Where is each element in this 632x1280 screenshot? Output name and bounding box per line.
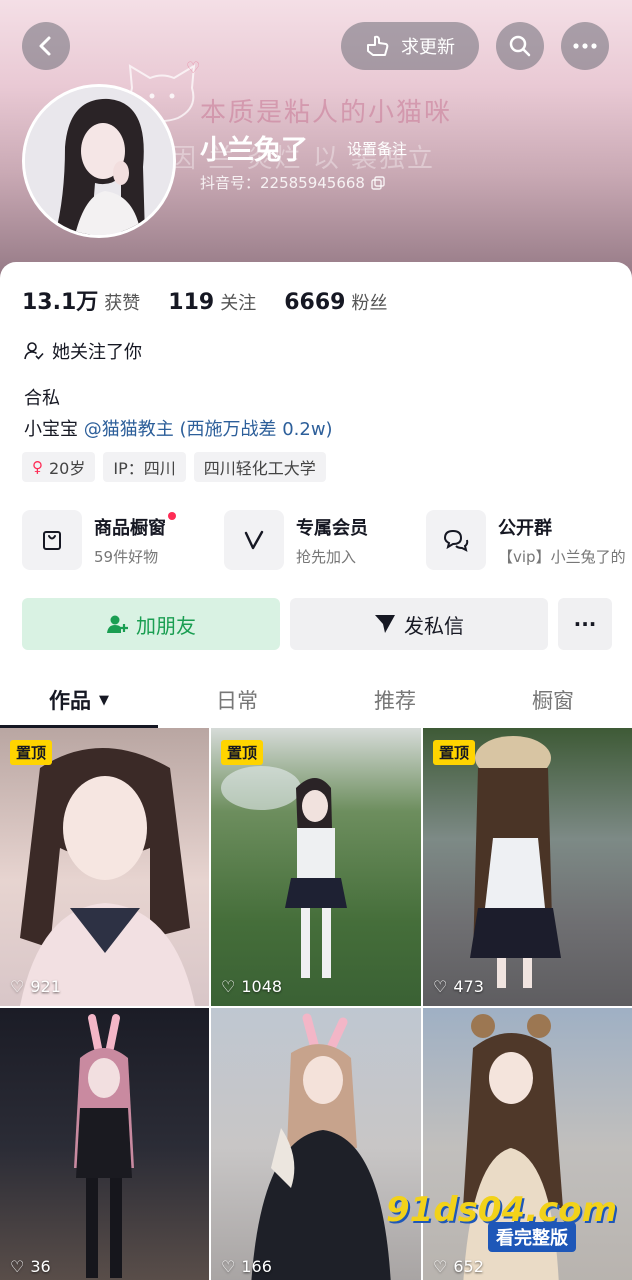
profile-banner: ♡ 本质是粘人的小猫咪 因 兰 炎烂 以 装独立 求更新 小兰兔了 设置备注 抖…: [0, 0, 632, 290]
request-update-label: 求更新: [401, 37, 455, 58]
heart-icon: ♡: [221, 977, 236, 996]
female-icon: ♀: [32, 458, 43, 476]
tag-age-text: 20岁: [49, 459, 86, 478]
watermark-badge: 看完整版: [488, 1222, 576, 1252]
video-thumbnail: [470, 736, 561, 988]
search-button[interactable]: [496, 22, 544, 70]
hand-point-icon: [367, 35, 389, 56]
service-public-group[interactable]: 公开群 【vip】小兰兔了的: [426, 510, 626, 570]
tag-ip: IP：四川: [103, 452, 186, 482]
content-tabs: 作品 ▼ 日常 推荐 橱窗: [0, 674, 632, 728]
tab-works[interactable]: 作品 ▼: [0, 674, 158, 728]
shopping-bag-icon: [22, 510, 82, 570]
group-chat-icon: [426, 510, 486, 570]
stats-row: 13.1万 获赞 119 关注 6669 粉丝: [22, 284, 387, 316]
add-friend-label: 加朋友: [136, 613, 196, 638]
send-message-label: 发私信: [404, 613, 464, 638]
pinned-badge: 置顶: [433, 740, 476, 765]
chevron-left-icon: [39, 36, 51, 56]
stat-following[interactable]: 119 关注: [168, 289, 256, 315]
avatar-photo: [25, 87, 173, 235]
avatar[interactable]: [22, 84, 176, 238]
add-user-icon: [107, 615, 128, 633]
heart-doodle-icon: ♡: [186, 58, 201, 77]
video-tile[interactable]: ♡ 36: [0, 1008, 209, 1280]
service-membership-title: 专属会员: [296, 517, 368, 539]
douyin-id[interactable]: 抖音号：22585945668: [200, 172, 385, 193]
service-shop-window[interactable]: 商品橱窗 59件好物: [22, 510, 202, 570]
video-tile[interactable]: 置顶 ♡ 473: [423, 728, 632, 1006]
stat-followers-label: 粉丝: [351, 293, 388, 314]
search-icon: [509, 35, 531, 57]
services-row: 商品橱窗 59件好物 专属会员 抢先加入 公开群 【vip】小兰兔了的: [22, 510, 632, 570]
service-group-sub: 【vip】小兰兔了的: [498, 547, 626, 566]
tab-recommend[interactable]: 推荐: [316, 674, 474, 726]
tab-daily[interactable]: 日常: [158, 674, 316, 726]
nickname: 小兰兔了: [200, 135, 308, 166]
video-likes: ♡ 1048: [221, 977, 283, 996]
follows-you-text: 她关注了你: [52, 342, 142, 363]
stat-likes-label: 获赞: [104, 293, 141, 314]
bio-line-1: 合私: [24, 388, 60, 409]
video-thumbnail: [251, 1013, 391, 1280]
banner-deco-text: 本质是粘人的小猫咪: [200, 98, 453, 128]
back-button[interactable]: [22, 22, 70, 70]
stat-following-num: 119: [168, 290, 215, 315]
more-actions-button[interactable]: ···: [558, 598, 612, 650]
paper-plane-icon: [375, 615, 395, 633]
stat-likes: 13.1万 获赞: [22, 284, 140, 316]
stat-followers-num: 6669: [284, 290, 346, 315]
tag-ip-text: IP：四川: [113, 459, 176, 478]
heart-icon: ♡: [433, 1257, 448, 1276]
tab-showcase[interactable]: 橱窗: [474, 674, 632, 726]
send-message-button[interactable]: 发私信: [290, 598, 548, 650]
more-dots-icon: [573, 43, 597, 49]
bio-text: 小宝宝: [24, 419, 78, 440]
user-follow-icon: [24, 342, 44, 360]
video-thumbnail: [74, 1014, 134, 1278]
video-likes: ♡ 921: [10, 977, 61, 996]
vip-v-icon: [224, 510, 284, 570]
video-thumbnail: [20, 748, 195, 1006]
bio-mention-link[interactable]: @猫猫教主 (西施万战差 0.2w): [84, 419, 333, 440]
video-likes: ♡ 36: [10, 1257, 51, 1276]
service-shop-sub: 59件好物: [94, 547, 159, 566]
bio-line-2: 小宝宝 @猫猫教主 (西施万战差 0.2w): [24, 415, 333, 441]
pinned-badge: 置顶: [10, 740, 53, 765]
follows-you-indicator: 她关注了你: [24, 338, 142, 364]
video-likes: ♡ 652: [433, 1257, 484, 1276]
video-likes: ♡ 166: [221, 1257, 272, 1276]
copy-icon: [371, 175, 385, 190]
video-likes: ♡ 473: [433, 977, 484, 996]
heart-icon: ♡: [433, 977, 448, 996]
add-friend-button[interactable]: 加朋友: [22, 598, 280, 650]
action-buttons: 加朋友 发私信 ···: [22, 598, 612, 650]
stat-likes-num: 13.1万: [22, 290, 99, 315]
more-options-button[interactable]: [561, 22, 609, 70]
heart-icon: ♡: [221, 1257, 236, 1276]
video-tile[interactable]: ♡ 166: [211, 1008, 421, 1280]
service-shop-title: 商品橱窗: [94, 511, 176, 540]
pinned-badge: 置顶: [221, 740, 264, 765]
service-membership[interactable]: 专属会员 抢先加入: [224, 510, 404, 570]
more-actions-label: ···: [573, 612, 597, 636]
video-tile[interactable]: 置顶 ♡ 1048: [211, 728, 421, 1006]
notification-dot: [168, 511, 176, 520]
heart-icon: ♡: [10, 977, 25, 996]
douyin-id-text: 抖音号：22585945668: [200, 174, 365, 192]
tag-school[interactable]: 四川轻化工大学: [193, 452, 326, 482]
caret-down-icon: ▼: [99, 692, 109, 708]
video-thumbnail: [221, 766, 347, 978]
service-group-title: 公开群: [498, 517, 552, 539]
tag-age: ♀ 20岁: [22, 452, 96, 482]
stat-following-label: 关注: [220, 293, 257, 314]
stat-followers[interactable]: 6669 粉丝: [284, 289, 387, 315]
request-update-button[interactable]: 求更新: [341, 22, 479, 70]
service-membership-sub: 抢先加入: [296, 547, 357, 566]
profile-tags: ♀ 20岁 IP：四川 四川轻化工大学: [22, 452, 326, 482]
set-remark-button[interactable]: 设置备注: [347, 138, 407, 159]
tag-school-text: 四川轻化工大学: [203, 459, 316, 478]
video-tile[interactable]: 置顶 ♡ 921: [0, 728, 209, 1006]
heart-icon: ♡: [10, 1257, 25, 1276]
